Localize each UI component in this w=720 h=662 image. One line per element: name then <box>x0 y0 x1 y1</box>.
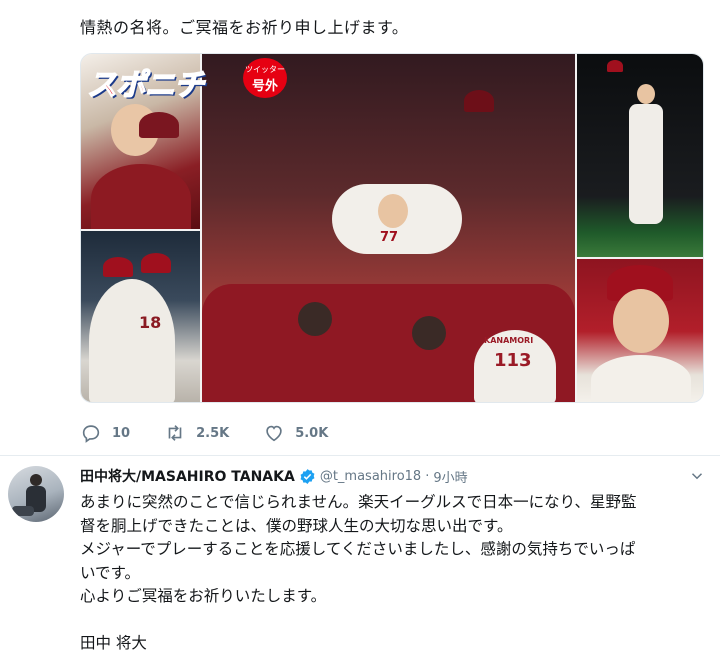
retweet-button[interactable]: 2.5K <box>164 422 229 444</box>
tweet-line: あまりに突然のことで信じられません。楽天イーグルスで日本一になり、星野監 <box>80 493 637 511</box>
tweet-line: 心よりご冥福をお祈りいたします。 <box>80 587 327 605</box>
like-button[interactable]: 5.0K <box>263 422 328 444</box>
sponichi-logo: スポニチ ツイッター 号外 <box>83 56 287 104</box>
photo-manager-waving-cap[interactable] <box>577 54 703 257</box>
tweet-line: 督を胴上げできたことは、僕の野球人生の大切な思い出です。 <box>80 516 513 535</box>
tweet-media-collage[interactable]: 18 77 113 KANAMORI スポニチ ツイッター 号外 <box>80 53 704 403</box>
tweet-header: 田中将大/MASAHIRO TANAKA @t_masahiro18 · 9小時 <box>80 466 706 486</box>
like-icon <box>266 425 282 442</box>
verified-icon <box>300 468 315 484</box>
photo-player-18[interactable]: 18 <box>81 231 200 402</box>
display-name[interactable]: 田中将大/MASAHIRO TANAKA <box>80 466 295 486</box>
previous-tweet-text: 情熱の名将。ご冥福をお祈り申し上げます。 <box>80 18 409 37</box>
tweet-line: メジャーでプレーすることを応援してくださいましたし、感謝の気持ちでいっぱ <box>80 540 636 558</box>
tweet-body: あまりに突然のことで信じられません。楽天イーグルスで日本一になり、星野監 督を胴… <box>80 491 710 656</box>
reply-button[interactable]: 10 <box>80 422 130 444</box>
photo-manager-portrait[interactable] <box>577 259 703 402</box>
avatar[interactable] <box>8 466 64 522</box>
chevron-down-icon[interactable] <box>688 467 706 485</box>
tweet-actions: 10 2.5K 5.0K <box>80 422 362 444</box>
separator-dot: · <box>425 468 430 484</box>
twitter-extra-badge: ツイッター 号外 <box>243 58 287 98</box>
user-handle[interactable]: @t_masahiro18 <box>320 469 421 484</box>
retweet-icon <box>168 425 182 441</box>
reply-icon <box>82 425 100 443</box>
photo-tossing-manager[interactable]: 77 113 KANAMORI <box>202 54 575 402</box>
tweet-line: いです。 <box>80 563 140 582</box>
tweet-divider <box>0 455 720 456</box>
tweet-signature: 田中 将大 <box>80 634 147 652</box>
tweet-timestamp[interactable]: 9小時 <box>433 467 467 486</box>
